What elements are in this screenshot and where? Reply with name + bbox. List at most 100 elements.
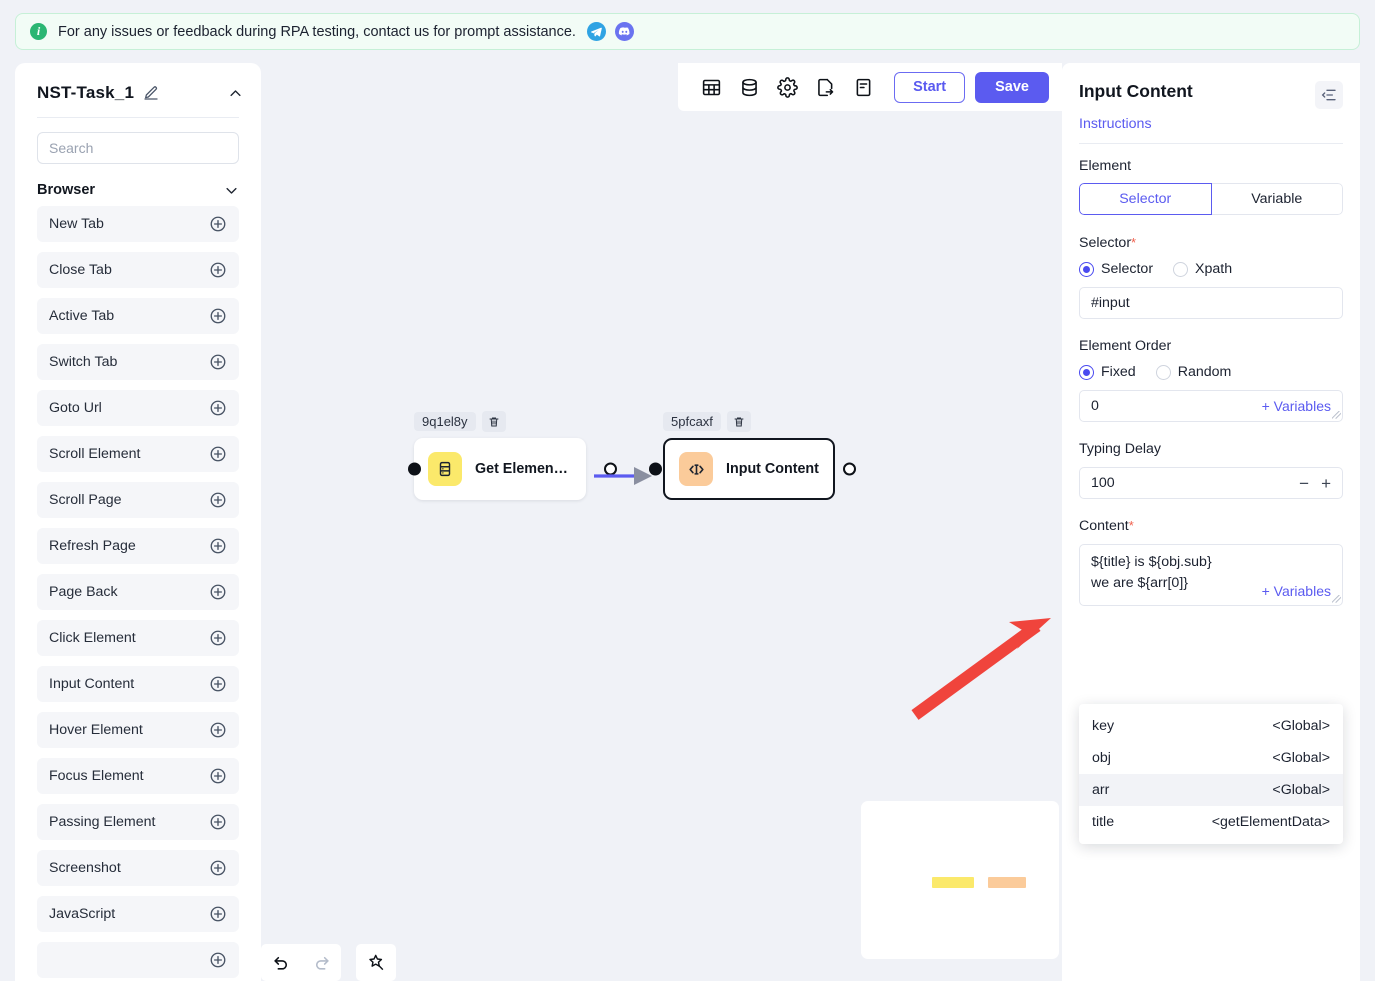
flow-canvas[interactable]: Start Save 9q1el8y Get Element D... <box>261 63 1062 981</box>
sidebar-item-screenshot[interactable]: Screenshot <box>37 850 239 886</box>
radio-option-fixed[interactable]: Fixed <box>1079 364 1136 380</box>
variable-option-arr[interactable]: arr <Global> <box>1079 774 1343 806</box>
add-action-plus-icon[interactable] <box>209 629 227 647</box>
telegram-icon[interactable] <box>586 22 606 41</box>
stepper-decrement-button[interactable]: − <box>1299 475 1309 492</box>
sidebar-item-label: New Tab <box>49 216 104 232</box>
sidebar-item-label: Switch Tab <box>49 354 118 370</box>
trash-icon[interactable] <box>481 411 506 432</box>
chevron-down-icon[interactable] <box>224 183 239 198</box>
sidebar-group-browser[interactable]: Browser <box>15 164 261 206</box>
element-order-input[interactable]: 0 + Variables <box>1079 390 1343 422</box>
node-get-element-data[interactable]: 9q1el8y Get Element D... <box>407 411 617 500</box>
canvas-minimap[interactable] <box>861 801 1059 959</box>
add-action-plus-icon[interactable] <box>209 261 227 279</box>
sidebar-item-click-element[interactable]: Click Element <box>37 620 239 656</box>
typing-delay-label: Typing Delay <box>1079 441 1162 457</box>
sidebar-item-hover-element[interactable]: Hover Element <box>37 712 239 748</box>
add-action-plus-icon[interactable] <box>209 353 227 371</box>
variable-option-obj[interactable]: obj <Global> <box>1079 742 1343 774</box>
add-action-plus-icon[interactable] <box>209 721 227 739</box>
sidebar-item-partial[interactable] <box>37 942 239 978</box>
add-action-plus-icon[interactable] <box>209 307 227 325</box>
add-action-plus-icon[interactable] <box>209 675 227 693</box>
add-action-plus-icon[interactable] <box>209 491 227 509</box>
add-action-plus-icon[interactable] <box>209 537 227 555</box>
add-action-plus-icon[interactable] <box>209 813 227 831</box>
instructions-link[interactable]: Instructions <box>1079 116 1343 132</box>
add-action-plus-icon[interactable] <box>209 399 227 417</box>
add-action-plus-icon[interactable] <box>209 767 227 785</box>
variable-name: obj <box>1092 750 1111 766</box>
discord-icon[interactable] <box>614 22 634 41</box>
sidebar-item-refresh-page[interactable]: Refresh Page <box>37 528 239 564</box>
radio-option-xpath[interactable]: Xpath <box>1173 261 1232 277</box>
node-input-content[interactable]: 5pfcaxf Input Content <box>649 411 856 500</box>
add-action-plus-icon[interactable] <box>209 859 227 877</box>
sidebar-item-close-tab[interactable]: Close Tab <box>37 252 239 288</box>
element-order-add-variables-link[interactable]: + Variables <box>1262 398 1331 414</box>
variable-option-title[interactable]: title <getElementData> <box>1079 806 1343 838</box>
node-body[interactable]: Input Content <box>649 438 856 500</box>
variable-suggestion-dropdown[interactable]: key <Global> obj <Global> arr <Global> title <g… <box>1079 704 1343 844</box>
radio-option-selector[interactable]: Selector <box>1079 261 1153 277</box>
sidebar-item-passing-element[interactable]: Passing Element <box>37 804 239 840</box>
variable-option-key[interactable]: key <Global> <box>1079 710 1343 742</box>
element-field-label: Element <box>1079 158 1132 174</box>
history-controls <box>261 944 341 981</box>
resize-grip[interactable] <box>1332 411 1341 420</box>
sidebar-item-switch-tab[interactable]: Switch Tab <box>37 344 239 380</box>
gear-icon[interactable] <box>772 72 802 102</box>
file-export-icon[interactable] <box>810 72 840 102</box>
sidebar-item-input-content[interactable]: Input Content <box>37 666 239 702</box>
add-action-plus-icon[interactable] <box>209 215 227 233</box>
log-icon[interactable] <box>848 72 878 102</box>
content-textarea[interactable]: ${title} is ${obj.sub} we are ${arr[0]} … <box>1079 544 1343 606</box>
content-add-variables-link[interactable]: + Variables <box>1262 583 1331 599</box>
sidebar-item-goto-url[interactable]: Goto Url <box>37 390 239 426</box>
database-icon[interactable] <box>734 72 764 102</box>
panel-header: Input Content <box>1079 81 1343 109</box>
sidebar-item-active-tab[interactable]: Active Tab <box>37 298 239 334</box>
sidebar-item-label: Input Content <box>49 676 135 692</box>
auto-layout-icon[interactable] <box>356 944 396 981</box>
table-icon[interactable] <box>696 72 726 102</box>
node-input-port[interactable] <box>407 462 421 476</box>
sidebar-collapse-chevron-up-icon[interactable] <box>228 86 243 101</box>
radio-option-random[interactable]: Random <box>1155 364 1231 380</box>
resize-grip[interactable] <box>1332 595 1341 604</box>
sidebar-item-focus-element[interactable]: Focus Element <box>37 758 239 794</box>
add-action-plus-icon[interactable] <box>209 905 227 923</box>
selector-input[interactable] <box>1079 287 1343 319</box>
minimap-node <box>931 877 975 889</box>
node-body[interactable]: Get Element D... <box>407 438 617 500</box>
search-input[interactable] <box>37 132 239 164</box>
trash-icon[interactable] <box>726 411 751 432</box>
tab-selector[interactable]: Selector <box>1079 183 1212 215</box>
radio-random-indicator[interactable] <box>1155 364 1171 380</box>
sidebar-item-new-tab[interactable]: New Tab <box>37 206 239 242</box>
stepper-increment-button[interactable]: + <box>1321 475 1331 492</box>
save-button[interactable]: Save <box>975 71 1049 103</box>
radio-xpath-indicator[interactable] <box>1173 261 1189 277</box>
panel-collapse-icon[interactable] <box>1315 81 1343 109</box>
undo-icon[interactable] <box>261 944 301 981</box>
sidebar-item-page-back[interactable]: Page Back <box>37 574 239 610</box>
node-input-port[interactable] <box>649 462 662 476</box>
sidebar-item-scroll-element[interactable]: Scroll Element <box>37 436 239 472</box>
redo-icon[interactable] <box>301 944 341 981</box>
typing-delay-stepper[interactable]: 100 − + <box>1079 467 1343 499</box>
add-action-plus-icon[interactable] <box>209 445 227 463</box>
variable-scope: <getElementData> <box>1211 814 1330 830</box>
add-action-plus-icon[interactable] <box>209 583 227 601</box>
radio-fixed-indicator[interactable] <box>1079 364 1094 380</box>
sidebar-item-label: Refresh Page <box>49 538 136 554</box>
pencil-icon[interactable] <box>143 85 159 101</box>
node-output-port[interactable] <box>843 462 856 476</box>
add-action-plus-icon[interactable] <box>209 951 227 969</box>
tab-variable[interactable]: Variable <box>1210 183 1343 215</box>
radio-selector-indicator[interactable] <box>1079 261 1094 277</box>
start-button[interactable]: Start <box>894 71 966 103</box>
sidebar-item-scroll-page[interactable]: Scroll Page <box>37 482 239 518</box>
sidebar-item-javascript[interactable]: JavaScript <box>37 896 239 932</box>
